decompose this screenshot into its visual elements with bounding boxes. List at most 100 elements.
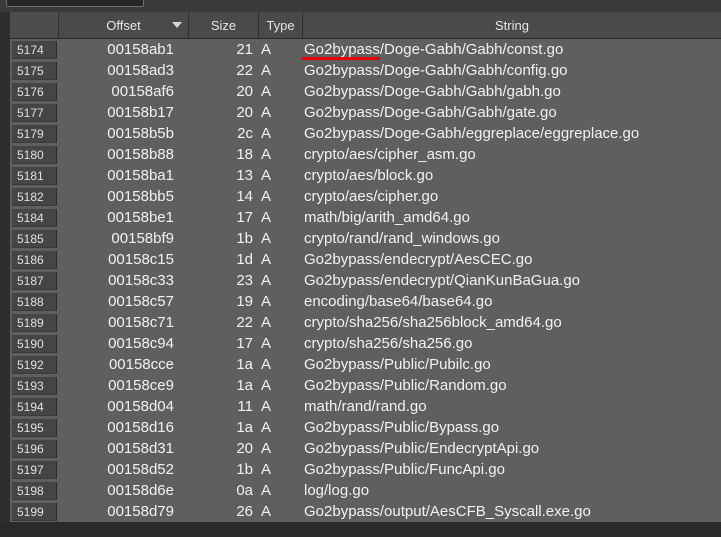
row-number: 5188: [12, 293, 57, 311]
table-row[interactable]: 5195 00158d16 1a A Go2bypass/Public/Bypass.g…: [10, 417, 721, 438]
string-cell: Go2bypass/Doge-Gabh/eggreplace/eggreplac…: [304, 125, 640, 142]
row-number: 5194: [12, 398, 57, 416]
row-number: 5181: [12, 167, 57, 185]
type-cell: A: [261, 314, 272, 331]
string-cell: Go2bypass/endecrypt/QianKunBaGua.go: [304, 272, 581, 289]
table-row[interactable]: 5192 00158cce 1a A Go2bypass/Public/Pubilc.g…: [10, 354, 721, 375]
row-number: 5180: [12, 146, 57, 164]
string-cell: crypto/sha256/sha256block_amd64.go: [304, 314, 562, 331]
string-cell: crypto/aes/cipher_asm.go: [304, 146, 476, 163]
type-cell: A: [261, 41, 272, 58]
column-header-type[interactable]: Type: [258, 12, 302, 38]
string-cell: Go2bypass/Public/FuncApi.go: [304, 461, 505, 478]
filter-field[interactable]: [6, 0, 144, 7]
table-header: Offset Size Type String: [10, 12, 721, 39]
offset-cell: 00158ce9: [108, 377, 174, 394]
table-row[interactable]: 5181 00158ba1 13 Acrypto/aes/block.go: [10, 165, 721, 186]
offset-cell: 00158c71: [108, 314, 174, 331]
string-cell: Go2bypass/output/AesCFB_Syscall.exe.go: [304, 503, 591, 520]
table-row[interactable]: 5180 00158b88 18 Acrypto/aes/cipher_asm.go: [10, 144, 721, 165]
row-number: 5196: [12, 440, 57, 458]
row-number: 5176: [12, 83, 57, 101]
string-cell: math/rand/rand.go: [304, 398, 427, 415]
string-cell: Go2bypass/Doge-Gabh/Gabh/gabh.go: [304, 83, 561, 100]
offset-cell: 00158b5b: [107, 125, 174, 142]
table-row[interactable]: 5197 00158d52 1b A Go2bypass/Public/FuncApi.…: [10, 459, 721, 480]
size-cell: 22: [236, 314, 253, 331]
row-number-header[interactable]: [10, 12, 58, 38]
type-cell: A: [261, 251, 272, 268]
type-cell: A: [261, 167, 272, 184]
table-row[interactable]: 5187 00158c33 23 A Go2bypass/endecrypt/QianK…: [10, 270, 721, 291]
string-cell: math/big/arith_amd64.go: [304, 209, 470, 226]
table-row[interactable]: 5194 00158d04 11 Amath/rand/rand.go: [10, 396, 721, 417]
string-cell: Go2bypass/endecrypt/AesCEC.go: [304, 251, 533, 268]
size-cell: 14: [236, 188, 253, 205]
table-row[interactable]: 5190 00158c94 17 Acrypto/sha256/sha256.go: [10, 333, 721, 354]
row-number: 5186: [12, 251, 57, 269]
string-cell: Go2bypass/Public/Random.go: [304, 377, 507, 394]
string-cell: Go2bypass/Public/Bypass.go: [304, 419, 500, 436]
offset-cell: 00158ba1: [107, 167, 174, 184]
row-number: 5193: [12, 377, 57, 395]
table-row[interactable]: 5186 00158c15 1d A Go2bypass/endecrypt/AesCE…: [10, 249, 721, 270]
column-header-offset-label: Offset: [106, 18, 141, 33]
strings-table: Offset Size Type String 5174 00158ab1 21 A G…: [10, 12, 721, 522]
column-header-size[interactable]: Size: [188, 12, 258, 38]
size-cell: 11: [237, 398, 253, 415]
size-cell: 1a: [236, 419, 253, 436]
type-cell: A: [261, 398, 272, 415]
table-row[interactable]: 5199 00158d79 26 A Go2bypass/output/AesCFB_S…: [10, 501, 721, 522]
offset-cell: 00158d31: [107, 440, 174, 457]
offset-cell: 00158d04: [107, 398, 174, 415]
size-cell: 20: [236, 83, 253, 100]
column-header-string[interactable]: String: [302, 12, 721, 38]
size-cell: 20: [236, 104, 253, 121]
table-row[interactable]: 5182 00158bb5 14 Acrypto/aes/cipher.go: [10, 186, 721, 207]
offset-cell: 00158b88: [107, 146, 174, 163]
type-cell: A: [261, 461, 272, 478]
size-cell: 20: [236, 440, 253, 457]
string-cell: Go2bypass/Doge-Gabh/Gabh/config.go: [304, 62, 568, 79]
table-row[interactable]: 5189 00158c71 22 Acrypto/sha256/sha256block…: [10, 312, 721, 333]
column-header-size-label: Size: [210, 18, 237, 33]
table-row[interactable]: 5184 00158be1 17 Amath/big/arith_amd64.go: [10, 207, 721, 228]
column-header-offset[interactable]: Offset: [58, 12, 188, 38]
table-row[interactable]: 5179 00158b5b 2c A Go2bypass/Doge-Gabh/eggre…: [10, 123, 721, 144]
string-cell: crypto/aes/cipher.go: [304, 188, 439, 205]
table-row[interactable]: 5177 00158b17 20 A Go2bypass/Doge-Gabh/Gabh/…: [10, 102, 721, 123]
table-row[interactable]: 5175 00158ad3 22 A Go2bypass/Doge-Gabh/Gabh/…: [10, 60, 721, 81]
type-cell: A: [261, 62, 272, 79]
size-cell: 2c: [237, 125, 253, 142]
offset-cell: 00158be1: [107, 209, 174, 226]
table-row[interactable]: 5188 00158c57 19 Aencoding/base64/base64.go: [10, 291, 721, 312]
size-cell: 0a: [236, 482, 253, 499]
sort-descending-icon: [172, 22, 182, 28]
row-number: 5187: [12, 272, 57, 290]
table-row[interactable]: 5193 00158ce9 1a A Go2bypass/Public/Random.g…: [10, 375, 721, 396]
offset-cell: 00158bb5: [107, 188, 174, 205]
row-number: 5192: [12, 356, 57, 374]
string-cell: Go2bypass/Doge-Gabh/Gabh/gate.go: [304, 104, 557, 121]
type-cell: A: [261, 440, 272, 457]
type-cell: A: [261, 188, 272, 205]
string-cell: crypto/aes/block.go: [304, 167, 434, 184]
size-cell: 21: [236, 41, 253, 58]
type-cell: A: [261, 125, 272, 142]
size-cell: 13: [236, 167, 253, 184]
row-number: 5199: [12, 503, 57, 521]
table-row[interactable]: 5176 00158af6 20 A Go2bypass/Doge-Gabh/Gabh/…: [10, 81, 721, 102]
row-number: 5177: [12, 104, 57, 122]
row-number: 5195: [12, 419, 57, 437]
size-cell: 17: [236, 335, 253, 352]
row-number: 5175: [12, 62, 57, 80]
offset-cell: 00158c33: [108, 272, 174, 289]
table-row[interactable]: 5198 00158d6e 0a Alog/log.go: [10, 480, 721, 501]
type-cell: A: [261, 293, 272, 310]
offset-cell: 00158d52: [107, 461, 174, 478]
type-cell: A: [261, 482, 272, 499]
type-cell: A: [261, 209, 272, 226]
table-row[interactable]: 5196 00158d31 20 A Go2bypass/Public/Endecryp…: [10, 438, 721, 459]
table-row[interactable]: 5185 00158bf9 1b Acrypto/rand/rand_windows.…: [10, 228, 721, 249]
offset-cell: 00158ab1: [107, 41, 174, 58]
